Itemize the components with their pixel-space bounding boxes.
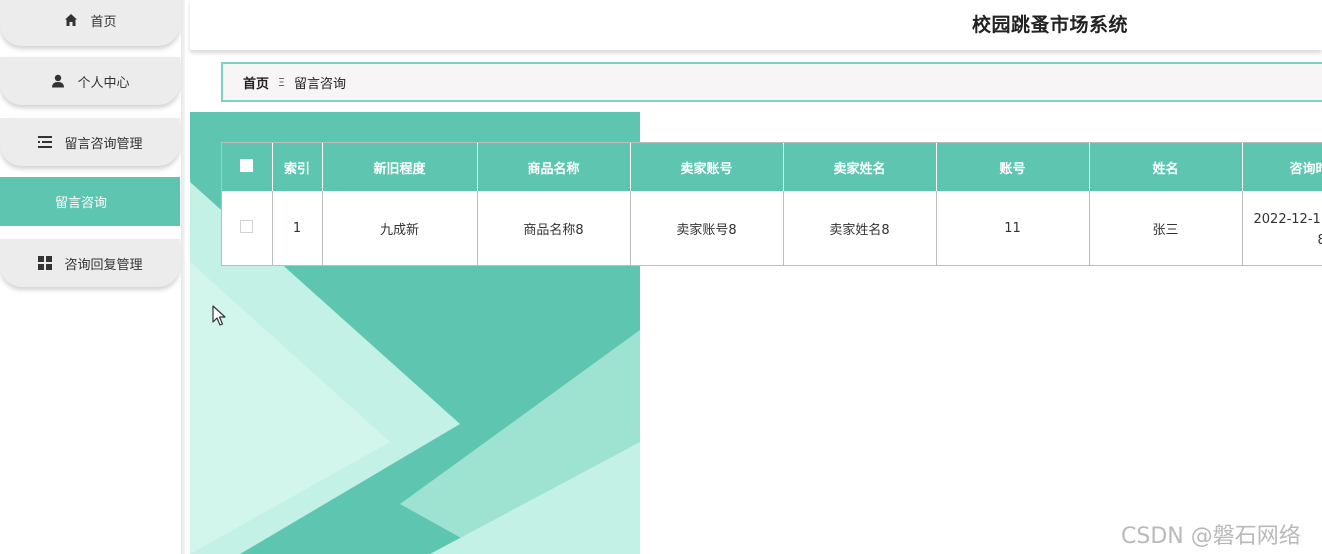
select-all-cell bbox=[222, 143, 273, 191]
cell-seller-name: 卖家姓名8 bbox=[783, 191, 937, 265]
breadcrumb-current: 留言咨询 bbox=[293, 76, 346, 92]
breadcrumb: 首页 Ξ 留言咨询 bbox=[221, 62, 1322, 102]
sidebar-item-label: 首页 bbox=[90, 14, 117, 30]
row-checkbox[interactable] bbox=[240, 220, 254, 233]
sidebar-item-profile[interactable]: 个人中心 bbox=[0, 57, 180, 105]
sidebar-divider bbox=[181, 0, 185, 554]
column-header-seller-name[interactable]: 卖家姓名 bbox=[783, 143, 937, 191]
mouse-cursor-icon bbox=[212, 305, 226, 326]
list-icon bbox=[37, 134, 53, 150]
column-header-time[interactable]: 咨询时 bbox=[1242, 143, 1322, 191]
page-title: 校园跳蚤市场系统 bbox=[972, 14, 1129, 36]
column-header-name[interactable]: 姓名 bbox=[1089, 143, 1243, 191]
user-icon bbox=[50, 73, 66, 89]
cell-index: 1 bbox=[272, 191, 323, 265]
breadcrumb-separator-icon: Ξ bbox=[278, 75, 285, 89]
home-icon bbox=[63, 12, 79, 28]
select-all-checkbox[interactable] bbox=[240, 158, 254, 172]
sidebar-item-reply-management[interactable]: 咨询回复管理 bbox=[0, 239, 180, 287]
column-header-index[interactable]: 索引 bbox=[272, 143, 323, 191]
cell-time: 2022-12-1 8 bbox=[1242, 191, 1322, 265]
sidebar: 首页 个人中心 留言咨询管理 留言咨询 咨询回复管理 bbox=[0, 0, 184, 554]
sidebar-item-label: 留言咨询 bbox=[54, 196, 107, 211]
watermark: CSDN @磐石网络 bbox=[1121, 524, 1301, 549]
cell-condition: 九成新 bbox=[322, 191, 478, 265]
column-header-seller-account[interactable]: 卖家账号 bbox=[630, 143, 784, 191]
sidebar-item-label: 个人中心 bbox=[77, 75, 130, 91]
table-header-row: 索引 新旧程度 商品名称 卖家账号 卖家姓名 账号 姓名 咨询时 bbox=[222, 143, 1322, 191]
table-row[interactable]: 1 九成新 商品名称8 卖家账号8 卖家姓名8 11 张三 2022-12-1 … bbox=[222, 191, 1322, 265]
column-header-account[interactable]: 账号 bbox=[936, 143, 1090, 191]
cell-product-name: 商品名称8 bbox=[477, 191, 631, 265]
cell-name: 张三 bbox=[1089, 191, 1243, 265]
app-root: 首页 个人中心 留言咨询管理 留言咨询 咨询回复管理 校园跳蚤市场系统 首页 Ξ… bbox=[0, 0, 1322, 554]
sidebar-item-home[interactable]: 首页 bbox=[0, 0, 180, 46]
cell-time-line2: 8 bbox=[1254, 230, 1322, 251]
row-select-cell bbox=[222, 191, 273, 265]
cell-seller-account: 卖家账号8 bbox=[630, 191, 784, 265]
sidebar-item-label: 咨询回复管理 bbox=[64, 257, 143, 273]
breadcrumb-home[interactable]: 首页 bbox=[243, 73, 269, 92]
sidebar-item-message-management[interactable]: 留言咨询管理 bbox=[0, 118, 180, 166]
cell-account: 11 bbox=[936, 191, 1090, 265]
column-header-condition[interactable]: 新旧程度 bbox=[322, 143, 478, 191]
column-header-product-name[interactable]: 商品名称 bbox=[477, 143, 631, 191]
top-header: 校园跳蚤市场系统 bbox=[190, 0, 1322, 50]
cell-time-line1: 2022-12-1 bbox=[1253, 211, 1321, 227]
grid-icon bbox=[37, 255, 53, 271]
sidebar-item-message-consult[interactable]: 留言咨询 bbox=[0, 177, 180, 226]
data-table: 索引 新旧程度 商品名称 卖家账号 卖家姓名 账号 姓名 咨询时 1 九成新 商… bbox=[221, 142, 1322, 266]
sidebar-item-label: 留言咨询管理 bbox=[64, 136, 143, 152]
